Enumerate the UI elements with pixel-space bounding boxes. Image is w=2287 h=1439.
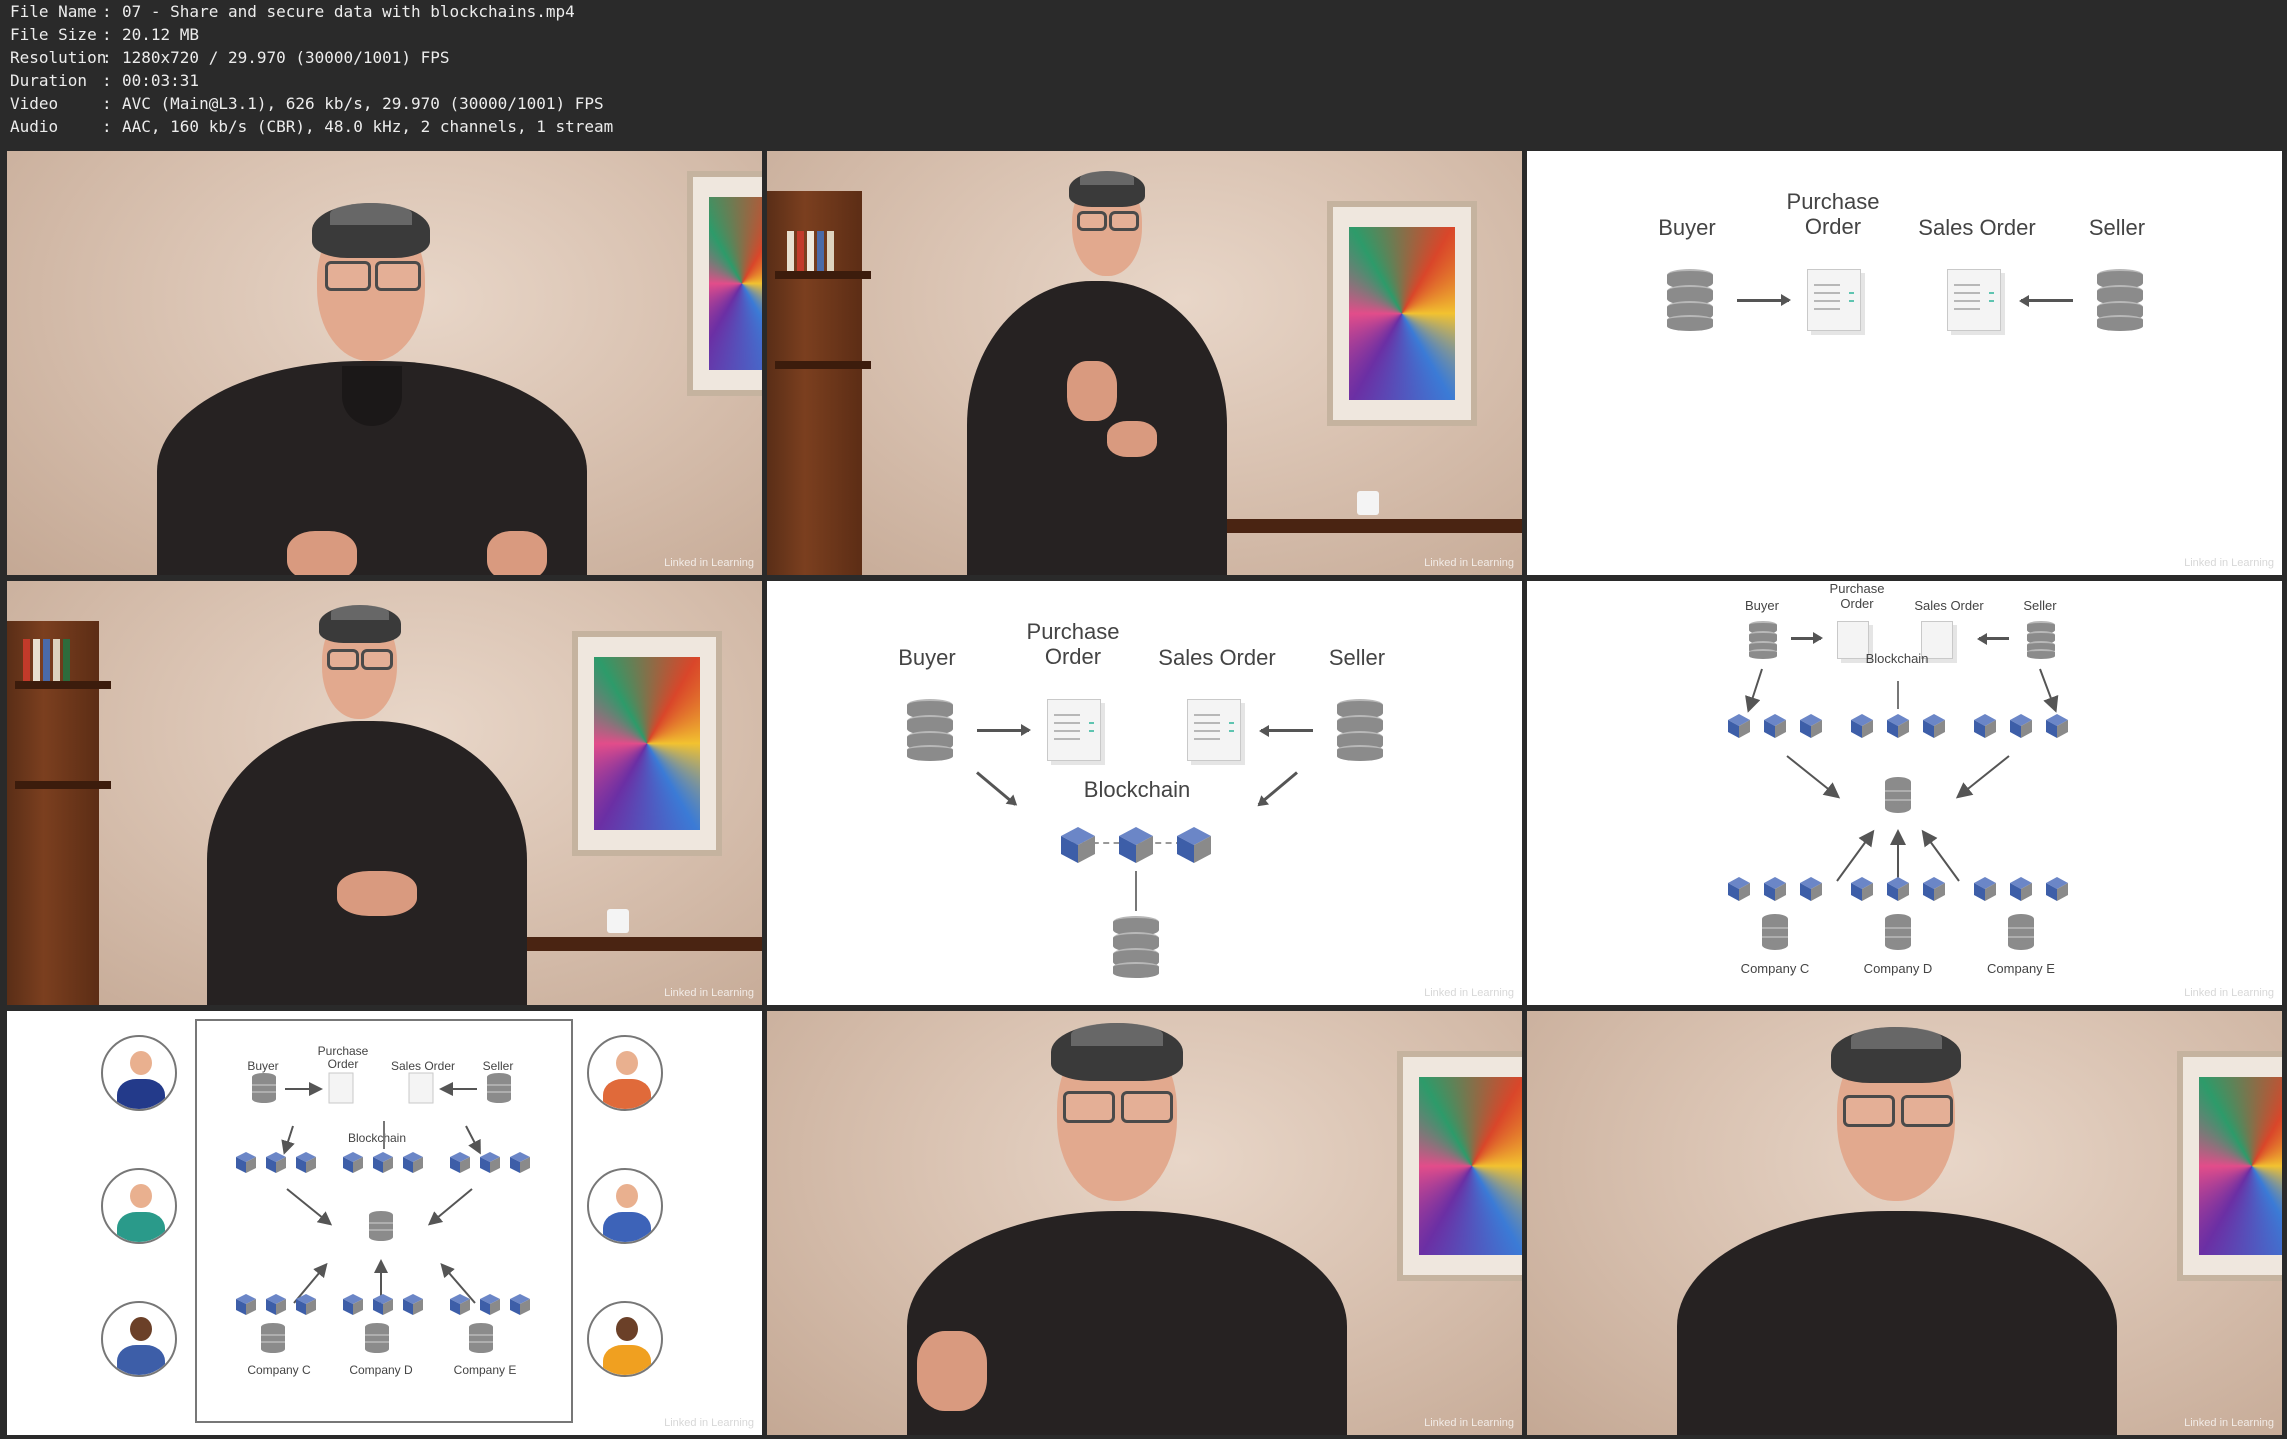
thumbnail-diagram-orders[interactable]: Buyer Purchase Order Sales Order Seller … — [1527, 151, 2282, 575]
arrow-down-left-icon — [1257, 771, 1298, 806]
thumbnail-presenter[interactable]: Linked in Learning — [7, 581, 762, 1005]
arrow-left-icon — [2021, 299, 2073, 302]
thumbnail-presenter[interactable]: Linked in Learning — [767, 1011, 1522, 1435]
linkedin-learning-watermark: Linked in Learning — [2184, 987, 2274, 999]
linkedin-learning-watermark: Linked in Learning — [664, 987, 754, 999]
linkedin-learning-watermark: Linked in Learning — [2184, 1417, 2274, 1429]
file-info-separator: : — [102, 25, 112, 44]
label-company-e: Company E — [1987, 961, 2055, 976]
file-info-value: AVC (Main@L3.1), 626 kb/s, 29.970 (30000… — [122, 94, 604, 113]
label-blockchain: Blockchain — [1083, 777, 1191, 802]
wall-painting — [687, 171, 762, 396]
file-info-row: Duration:00:03:31 — [10, 69, 199, 92]
label-company-c: Company C — [247, 1363, 311, 1377]
linkedin-learning-watermark: Linked in Learning — [664, 557, 754, 569]
linkedin-learning-watermark: Linked in Learning — [1424, 987, 1514, 999]
participant-avatar — [587, 1168, 663, 1244]
arrow-down-right-icon — [976, 771, 1017, 806]
arrow-right-icon — [977, 724, 1031, 736]
thumbnail-presenter[interactable]: Linked in Learning — [767, 151, 1522, 575]
sales-order-document-icon — [1187, 699, 1241, 761]
file-info-row: File Size:20.12 MB — [10, 23, 199, 46]
label-seller: Seller — [1328, 645, 1386, 670]
label-purchase-order: Purchase Order — [1786, 189, 1880, 239]
thumbnail-presenter[interactable]: Linked in Learning — [1527, 1011, 2282, 1435]
file-info-separator: : — [102, 117, 112, 136]
file-info-row: Video: AVC (Main@L3.1), 626 kb/s, 29.970 … — [10, 92, 604, 115]
file-info-value: 07 - Share and secure data with blockcha… — [122, 2, 575, 21]
file-info-separator: : — [102, 2, 112, 21]
linkedin-learning-watermark: Linked in Learning — [664, 1417, 754, 1429]
file-info-value: 00:03:31 — [122, 71, 200, 90]
label-sales-order: Sales Order — [1158, 645, 1276, 670]
thumbnail-diagram-participants[interactable]: Buyer Purchase Order Sales Order Seller … — [7, 1011, 762, 1435]
label-sales-order: Sales Order — [1918, 215, 2036, 240]
participant-avatar — [587, 1035, 663, 1111]
sales-order-document-icon — [1947, 269, 2001, 331]
participant-avatar — [101, 1168, 177, 1244]
label-company-d: Company D — [349, 1363, 413, 1377]
participant-avatar — [101, 1301, 177, 1377]
file-info-value: AAC, 160 kb/s (CBR), 48.0 kHz, 2 channel… — [122, 117, 614, 136]
file-info-row: Resolution: 1280x720 / 29.970 (30000/1001… — [10, 46, 450, 69]
purchase-order-document-icon — [1807, 269, 1861, 331]
file-info-key: Video — [10, 94, 59, 113]
side-table — [1197, 519, 1522, 533]
company-network-diagram — [1728, 668, 2068, 951]
label-company-d: Company D — [1863, 961, 1933, 976]
block-cube-icon — [1177, 827, 1211, 863]
block-cube-icon — [1119, 827, 1153, 863]
wall-painting — [572, 631, 722, 856]
wall-painting — [1397, 1051, 1522, 1281]
label-purchase-order: Purchase Order — [1026, 619, 1120, 669]
bookshelf — [767, 191, 871, 575]
buyer-database-icon — [1667, 269, 1713, 331]
file-info-row: Audio: AAC, 160 kb/s (CBR), 48.0 kHz, 2 c… — [10, 115, 613, 138]
file-info-key: Duration — [10, 71, 88, 90]
label-buyer: Buyer — [898, 645, 956, 670]
label-buyer: Buyer — [1658, 215, 1716, 240]
file-info-key: Audio — [10, 117, 59, 136]
label-company-c: Company C — [1740, 961, 1810, 976]
linkedin-learning-watermark: Linked in Learning — [1424, 1417, 1514, 1429]
participant-avatar — [587, 1301, 663, 1377]
file-info-value: 20.12 MB — [122, 25, 200, 44]
file-info-value: 1280x720 / 29.970 (30000/1001) FPS — [122, 48, 450, 67]
label-company-e: Company E — [453, 1363, 517, 1377]
thumbnail-diagram-companies[interactable]: Buyer Purchase Order Sales Order Seller … — [1527, 581, 2282, 1005]
thumbnail-diagram-blockchain[interactable]: Buyer Purchase Order Sales Order Seller … — [767, 581, 1522, 1005]
participant-avatar — [101, 1035, 177, 1111]
file-info-separator: : — [102, 94, 112, 113]
bookshelf — [7, 621, 111, 1005]
thumbnail-presenter[interactable]: Linked in Learning — [7, 151, 762, 575]
wall-painting — [2177, 1051, 2282, 1281]
connector-line — [1135, 871, 1137, 911]
file-info-separator: : — [102, 48, 112, 67]
mug — [607, 909, 629, 933]
blockchain-database-icon — [1113, 916, 1159, 978]
mug — [1357, 491, 1379, 515]
seller-database-icon — [2097, 269, 2143, 331]
file-info-key: Resolution — [10, 48, 107, 67]
arrow-left-icon — [1261, 729, 1313, 732]
linkedin-learning-watermark: Linked in Learning — [2184, 557, 2274, 569]
label-seller: Seller — [2088, 215, 2146, 240]
buyer-database-icon — [907, 699, 953, 761]
block-cube-icon — [1061, 827, 1095, 863]
file-info-separator: : — [102, 71, 112, 90]
file-info-header: File Name:07 - Share and secure data wit… — [0, 0, 2287, 150]
seller-database-icon — [1337, 699, 1383, 761]
arrow-right-icon — [1737, 294, 1791, 306]
linkedin-learning-watermark: Linked in Learning — [1424, 557, 1514, 569]
file-info-row: File Name:07 - Share and secure data wit… — [10, 0, 575, 23]
purchase-order-document-icon — [1047, 699, 1101, 761]
file-info-key: File Name — [10, 2, 97, 21]
file-info-key: File Size — [10, 25, 97, 44]
wall-painting — [1327, 201, 1477, 426]
